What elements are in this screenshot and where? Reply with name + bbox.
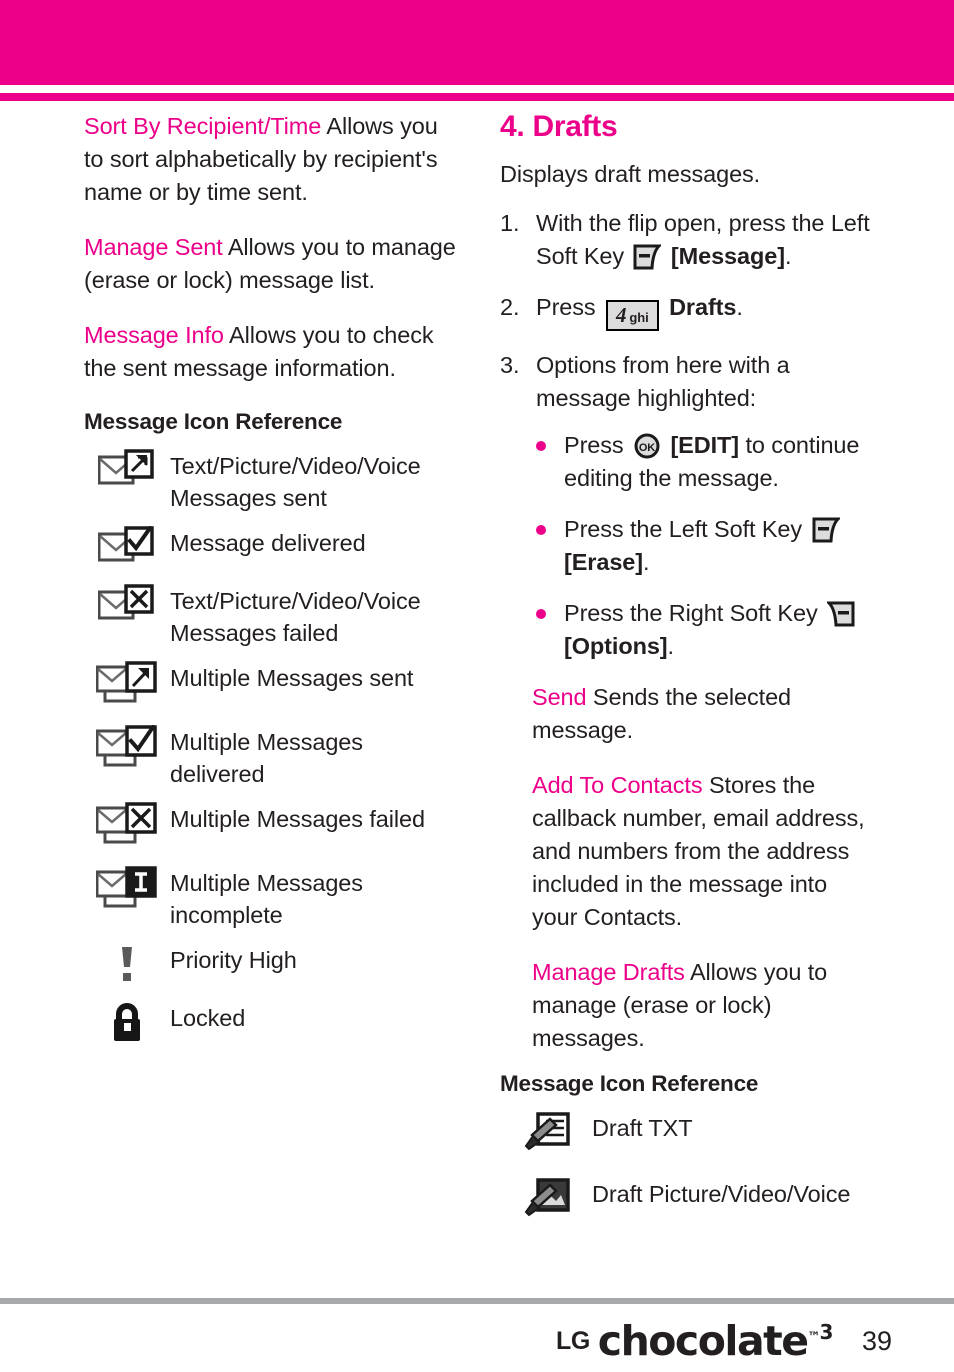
- page-content: Sort By Recipient/Time Allows you to sor…: [0, 110, 954, 1240]
- left-soft-key-icon: [812, 517, 840, 543]
- legend-label: Multiple Messages failed: [170, 806, 425, 832]
- header-accent-stripe: [0, 93, 954, 101]
- legend-row: Draft TXT: [500, 1109, 876, 1157]
- page-footer: LG chocolate™3 39: [0, 1310, 954, 1372]
- page-number: 39: [861, 1325, 892, 1356]
- legend-row: Locked: [84, 999, 456, 1047]
- step-item: 2. Press 4 ghi Drafts.: [500, 291, 876, 331]
- legend-label: Multiple Messages delivered: [170, 729, 363, 787]
- legend-label: Draft Picture/Video/Voice: [592, 1180, 851, 1207]
- definition-paragraph: Send Sends the selected message.: [532, 681, 876, 747]
- bullet-key-label: [Erase]: [564, 548, 643, 575]
- chocolate-text: chocolate: [597, 1317, 809, 1365]
- legend-label: Text/Picture/Video/Voice Messages sent: [170, 453, 421, 511]
- legend-label: Multiple Messages sent: [170, 665, 414, 691]
- legend-label: Locked: [170, 1005, 246, 1031]
- step-tail: .: [784, 243, 792, 269]
- icon-reference-heading: Message Icon Reference: [500, 1070, 759, 1096]
- bullet-post: .: [667, 632, 675, 659]
- step-text: Press: [536, 294, 596, 320]
- svg-text:OK: OK: [639, 442, 655, 454]
- legend-label: Text/Picture/Video/Voice Messages failed: [170, 588, 421, 646]
- version-number: 3: [819, 1320, 834, 1344]
- bullet-item: Press the Right Soft Key [Options].: [532, 597, 876, 663]
- steps-list: 1. With the flip open, press the Left Sof…: [500, 207, 876, 415]
- step-number: 2.: [500, 294, 520, 320]
- numeric-key-4-ghi: 4 ghi: [606, 300, 659, 331]
- bullet-post: .: [642, 548, 650, 575]
- option-definitions: Send Sends the selected message. Add To …: [500, 681, 876, 1055]
- definition-term: Send: [532, 683, 587, 710]
- right-soft-key-icon: [827, 601, 855, 627]
- left-soft-key-icon: [633, 244, 662, 270]
- legend-label: Priority High: [170, 947, 297, 973]
- definition-term: Add To Contacts: [532, 771, 703, 798]
- bullet-pre: Press the Right Soft Key: [564, 599, 818, 626]
- bullet-item: Press the Left Soft Key [Erase].: [532, 513, 876, 579]
- legend-label: Multiple Messages incomplete: [170, 870, 363, 928]
- chocolate-wordmark: chocolate™3: [597, 1317, 834, 1365]
- step-key-label: [Message]: [670, 243, 785, 269]
- step-text: Options from here with a message highlig…: [536, 351, 790, 411]
- step-item: 1. With the flip open, press the Left Sof…: [500, 207, 876, 273]
- ok-key-icon: OK: [633, 433, 661, 459]
- legend-row: Multiple Messages failed: [84, 800, 456, 854]
- legend-row: Text/Picture/Video/Voice Messages sent: [84, 447, 456, 514]
- definition-paragraph: Message Info Allows you to check the sen…: [84, 319, 456, 385]
- locked-icon: [84, 999, 170, 1045]
- legend-row: Multiple Messages incomplete: [84, 864, 456, 931]
- definition-paragraph: Add To Contacts Stores the callback numb…: [532, 769, 876, 934]
- definition-term: Message Info: [84, 322, 224, 348]
- intro-text: Displays draft messages.: [500, 161, 761, 187]
- key-digit: 4: [616, 303, 627, 327]
- options-bullet-list: Press OK [EDIT] to continue editing the …: [500, 429, 876, 663]
- header-color-band: [0, 0, 954, 85]
- definition-paragraph: Manage Drafts Allows you to manage (eras…: [532, 956, 876, 1055]
- message-sent-icon: [84, 447, 170, 493]
- legend-row: Message delivered: [84, 524, 456, 572]
- multiple-messages-sent-icon: [84, 659, 170, 713]
- definition-term: Sort By Recipient/Time: [84, 113, 322, 139]
- step-number: 3.: [500, 351, 520, 378]
- draft-media-icon: [500, 1175, 592, 1223]
- bullet-key-label: [Options]: [564, 632, 668, 659]
- draft-txt-icon: [500, 1109, 592, 1157]
- legend-row: Draft Picture/Video/Voice: [500, 1175, 876, 1223]
- icon-reference-heading: Message Icon Reference: [84, 409, 343, 434]
- bullet-pre: Press: [564, 431, 624, 458]
- legend-row: Priority High: [84, 941, 456, 989]
- bullet-pre: Press the Left Soft Key: [564, 515, 803, 542]
- step-item: 3. Options from here with a message highl…: [500, 349, 876, 415]
- definition-term: Manage Drafts: [532, 958, 685, 985]
- step-number: 1.: [500, 210, 520, 236]
- legend-label: Draft TXT: [592, 1114, 693, 1141]
- step-key-label: Drafts: [669, 294, 737, 320]
- bullet-key-label: [EDIT]: [670, 431, 740, 458]
- bullet-item: Press OK [EDIT] to continue editing the …: [532, 429, 876, 495]
- multiple-messages-failed-icon: [84, 800, 170, 854]
- definition-paragraph: Sort By Recipient/Time Allows you to sor…: [84, 110, 456, 209]
- legend-row: Multiple Messages sent: [84, 659, 456, 713]
- message-delivered-icon: [84, 524, 170, 570]
- definition-paragraph: Manage Sent Allows you to manage (erase …: [84, 231, 456, 297]
- multiple-messages-incomplete-icon: [84, 864, 170, 918]
- footer-divider: [0, 1298, 954, 1304]
- key-letters: ghi: [629, 310, 649, 325]
- message-failed-icon: [84, 582, 170, 628]
- page-title: 4. Drafts: [500, 110, 618, 143]
- legend-label: Message delivered: [170, 530, 366, 556]
- multiple-messages-delivered-icon: [84, 723, 170, 777]
- priority-high-icon: [84, 941, 170, 987]
- trademark-symbol: ™: [807, 1330, 821, 1345]
- legend-row: Text/Picture/Video/Voice Messages failed: [84, 582, 456, 649]
- legend-row: Multiple Messages delivered: [84, 723, 456, 790]
- right-column: 4. Drafts Displays draft messages. 1. Wit…: [500, 110, 876, 1233]
- definition-term: Manage Sent: [84, 234, 223, 260]
- left-column: Sort By Recipient/Time Allows you to sor…: [84, 110, 456, 1057]
- step-tail: .: [736, 294, 743, 320]
- lg-logo: LG: [556, 1326, 590, 1355]
